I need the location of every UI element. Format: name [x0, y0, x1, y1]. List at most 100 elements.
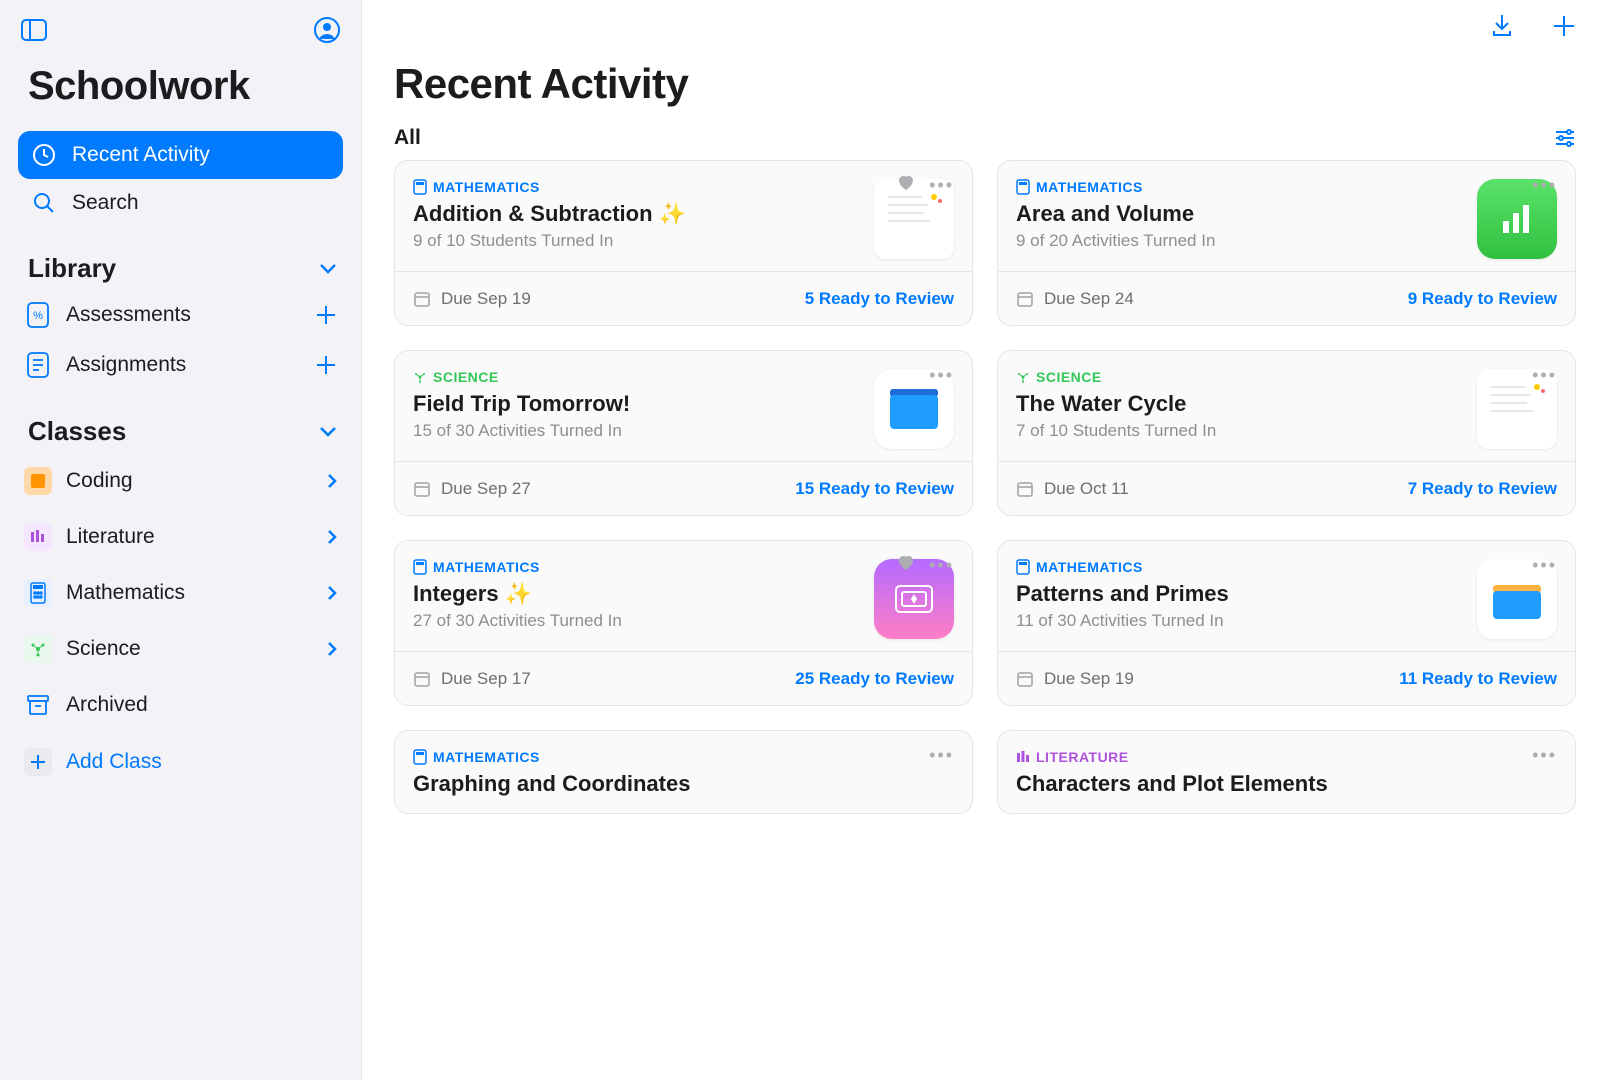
class-coding[interactable]: Coding	[18, 453, 343, 509]
activity-card[interactable]: SCIENCE Field Trip Tomorrow! 15 of 30 Ac…	[394, 350, 973, 516]
archived-icon	[24, 691, 52, 719]
subject-label: MATHEMATICS	[1036, 559, 1143, 575]
subject-icon	[1016, 370, 1030, 384]
download-icon[interactable]	[1486, 10, 1518, 42]
card-title: Graphing and Coordinates	[413, 771, 954, 797]
main-toolbar	[362, 0, 1604, 52]
coding-icon	[24, 467, 52, 495]
nav-search[interactable]: Search	[18, 179, 343, 227]
science-icon	[24, 635, 52, 663]
subject-label: MATHEMATICS	[433, 559, 540, 575]
nav-label: Search	[72, 191, 139, 215]
activity-card[interactable]: LITERATURE Characters and Plot Elements …	[997, 730, 1576, 814]
more-icon[interactable]: •••	[929, 745, 954, 766]
chevron-right-icon	[327, 641, 337, 657]
card-title: Addition & Subtraction ✨	[413, 201, 862, 227]
activity-card[interactable]: MATHEMATICS Integers ✨ 27 of 30 Activiti…	[394, 540, 973, 706]
cards-grid: MATHEMATICS Addition & Subtraction ✨ 9 o…	[362, 160, 1604, 1080]
nav-recent-activity[interactable]: Recent Activity	[18, 131, 343, 179]
class-mathematics[interactable]: Mathematics	[18, 565, 343, 621]
class-literature[interactable]: Literature	[18, 509, 343, 565]
activity-card[interactable]: MATHEMATICS Graphing and Coordinates •••	[394, 730, 973, 814]
class-label: Archived	[66, 693, 148, 717]
review-link[interactable]: 11 Ready to Review	[1399, 669, 1557, 689]
card-subtitle: 9 of 10 Students Turned In	[413, 231, 862, 251]
sidebar: Schoolwork Recent Activity Search Librar…	[0, 0, 362, 1080]
subject-label: MATHEMATICS	[433, 749, 540, 765]
calendar-icon	[413, 480, 431, 498]
due-date: Due Sep 24	[1044, 289, 1134, 309]
sidebar-toggle-icon[interactable]	[18, 14, 50, 46]
library-title: Library	[28, 253, 116, 284]
nav-label: Recent Activity	[72, 143, 210, 167]
mathematics-icon	[24, 579, 52, 607]
add-class-label: Add Class	[66, 750, 162, 774]
library-label: Assessments	[66, 303, 191, 327]
class-label: Science	[66, 637, 141, 661]
classes-title: Classes	[28, 416, 126, 447]
add-class-button[interactable]: Add Class	[18, 737, 343, 787]
activity-card[interactable]: MATHEMATICS Area and Volume 9 of 20 Acti…	[997, 160, 1576, 326]
subject-label: MATHEMATICS	[433, 179, 540, 195]
review-link[interactable]: 5 Ready to Review	[805, 289, 954, 309]
sidebar-top	[18, 14, 343, 46]
class-science[interactable]: Science	[18, 621, 343, 677]
literature-icon	[24, 523, 52, 551]
activity-card[interactable]: MATHEMATICS Patterns and Primes 11 of 30…	[997, 540, 1576, 706]
review-link[interactable]: 9 Ready to Review	[1408, 289, 1557, 309]
app-title: Schoolwork	[28, 64, 343, 109]
account-icon[interactable]	[311, 14, 343, 46]
subject-icon	[413, 179, 427, 195]
classes-header[interactable]: Classes	[18, 416, 343, 453]
calendar-icon	[1016, 670, 1034, 688]
calendar-icon	[1016, 290, 1034, 308]
page-title: Recent Activity	[362, 52, 1604, 116]
add-assessment-icon[interactable]	[315, 304, 337, 326]
more-icon[interactable]: •••	[1532, 365, 1557, 386]
subject-icon	[413, 559, 427, 575]
more-icon[interactable]: •••	[929, 555, 954, 576]
class-label: Coding	[66, 469, 133, 493]
add-icon[interactable]	[1548, 10, 1580, 42]
svg-text:%: %	[33, 310, 43, 322]
due-date: Due Sep 19	[1044, 669, 1134, 689]
card-subtitle: 9 of 20 Activities Turned In	[1016, 231, 1465, 251]
add-assignment-icon[interactable]	[315, 354, 337, 376]
more-icon[interactable]: •••	[1532, 555, 1557, 576]
filter-icon[interactable]	[1554, 129, 1576, 147]
card-title: The Water Cycle	[1016, 391, 1465, 417]
favorite-icon[interactable]	[897, 555, 915, 576]
card-subtitle: 11 of 30 Activities Turned In	[1016, 611, 1465, 631]
due-date: Due Oct 11	[1044, 479, 1129, 499]
activity-card[interactable]: SCIENCE The Water Cycle 7 of 10 Students…	[997, 350, 1576, 516]
review-link[interactable]: 25 Ready to Review	[795, 669, 954, 689]
class-label: Mathematics	[66, 581, 185, 605]
card-title: Area and Volume	[1016, 201, 1465, 227]
subject-icon	[1016, 179, 1030, 195]
more-icon[interactable]: •••	[929, 175, 954, 196]
activity-card[interactable]: MATHEMATICS Addition & Subtraction ✨ 9 o…	[394, 160, 973, 326]
calendar-icon	[413, 670, 431, 688]
review-link[interactable]: 15 Ready to Review	[795, 479, 954, 499]
review-link[interactable]: 7 Ready to Review	[1408, 479, 1557, 499]
more-icon[interactable]: •••	[1532, 745, 1557, 766]
chevron-right-icon	[327, 473, 337, 489]
calendar-icon	[413, 290, 431, 308]
search-icon	[30, 189, 58, 217]
library-header[interactable]: Library	[18, 253, 343, 290]
card-subtitle: 27 of 30 Activities Turned In	[413, 611, 862, 631]
library-assessments[interactable]: % Assessments	[18, 290, 343, 340]
subject-icon	[413, 370, 427, 384]
card-title: Integers ✨	[413, 581, 862, 607]
favorite-icon[interactable]	[897, 175, 915, 196]
more-icon[interactable]: •••	[929, 365, 954, 386]
due-date: Due Sep 19	[441, 289, 531, 309]
filter-label[interactable]: All	[394, 126, 421, 150]
library-label: Assignments	[66, 353, 186, 377]
library-assignments[interactable]: Assignments	[18, 340, 343, 390]
class-archived[interactable]: Archived	[18, 677, 343, 733]
filter-row: All	[362, 116, 1604, 160]
more-icon[interactable]: •••	[1532, 175, 1557, 196]
chevron-down-icon	[319, 263, 337, 275]
card-subtitle: 15 of 30 Activities Turned In	[413, 421, 862, 441]
